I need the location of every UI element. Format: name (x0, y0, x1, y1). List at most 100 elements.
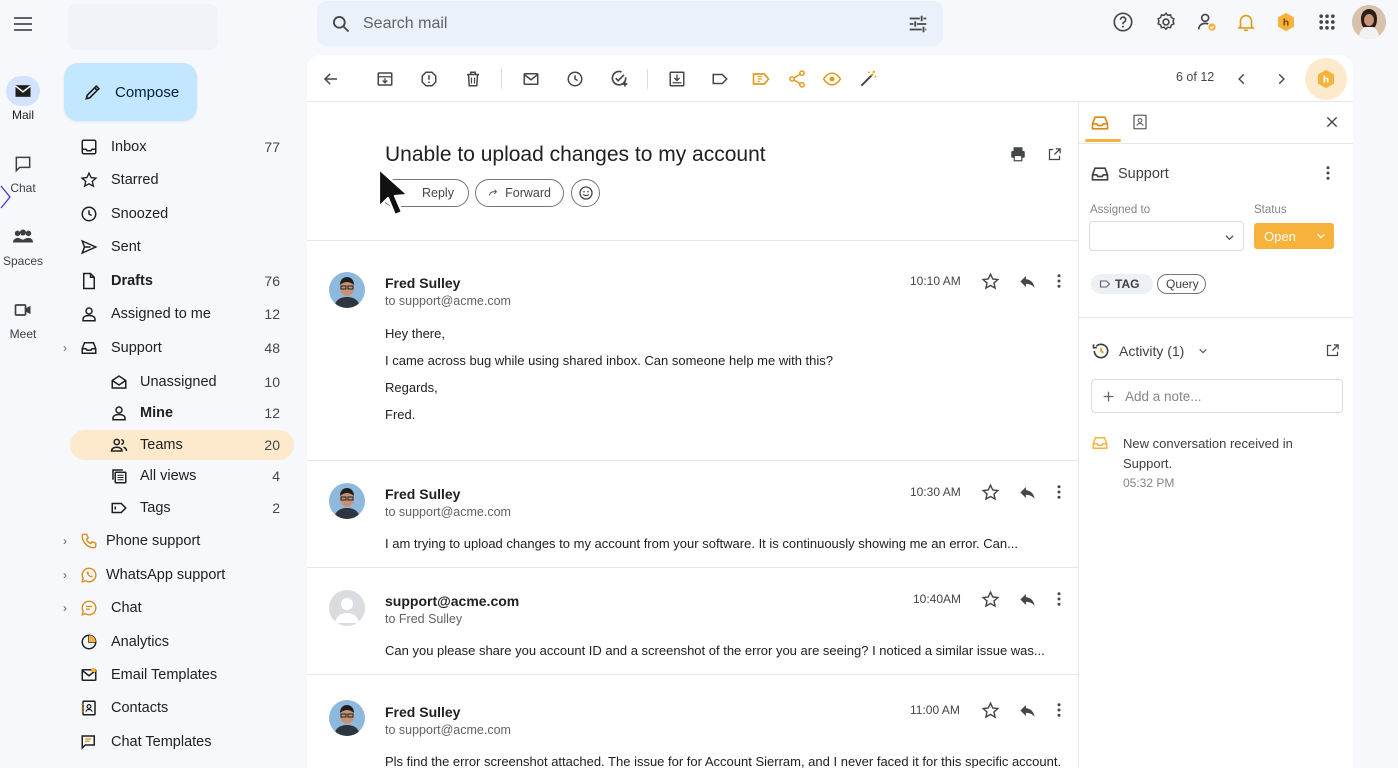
print-icon[interactable] (1007, 143, 1029, 165)
forward-button[interactable]: Forward (475, 179, 564, 207)
view-eye-icon[interactable] (821, 68, 843, 90)
nav-count: 4 (272, 468, 280, 484)
nav-item-assigned-to-me[interactable]: Assigned to me 12 (0, 298, 300, 330)
open-in-new-window-icon[interactable] (1325, 343, 1340, 358)
assignee-select[interactable] (1089, 221, 1244, 251)
help-icon[interactable] (1109, 8, 1137, 36)
add-note-input[interactable]: Add a note... (1091, 379, 1343, 413)
chevron-down-icon[interactable] (1198, 346, 1208, 356)
message-item[interactable]: Fred Sulley to support@acme.com 11:00 AM… (307, 675, 1078, 768)
share-icon[interactable] (786, 68, 808, 90)
archive-icon[interactable] (374, 68, 396, 90)
nav-item-sent[interactable]: Sent (0, 231, 300, 263)
reply-arrow-icon[interactable] (1016, 588, 1038, 610)
back-arrow-icon[interactable] (320, 68, 342, 90)
report-spam-icon[interactable] (418, 68, 440, 90)
expand-chevron-icon[interactable]: › (63, 568, 67, 582)
person-icon (79, 304, 99, 324)
rail-mail[interactable]: Mail (0, 76, 46, 122)
star-icon[interactable] (979, 588, 1001, 610)
expand-chevron-icon[interactable]: › (63, 341, 67, 355)
svg-text:h: h (1323, 75, 1330, 86)
search-input[interactable]: Search mail (363, 15, 907, 33)
account-avatar[interactable] (1352, 5, 1386, 39)
tag-assign-icon[interactable] (750, 68, 772, 90)
tag-chip[interactable]: TAG (1091, 274, 1153, 294)
nav-item-teams[interactable]: Teams 20 (0, 429, 300, 461)
panel-tab-inbox-icon[interactable] (1090, 113, 1110, 133)
more-options-icon[interactable] (1048, 588, 1070, 610)
pie-chart-icon (79, 632, 99, 652)
nav-count: 77 (264, 139, 280, 155)
whatsapp-icon (79, 565, 99, 585)
nav-item-chat[interactable]: › Chat (0, 592, 300, 624)
nav-item-drafts[interactable]: Drafts 76 (0, 265, 300, 297)
snooze-clock-icon[interactable] (564, 68, 586, 90)
panel-more-options-icon[interactable] (1319, 164, 1337, 182)
more-options-icon[interactable] (1048, 270, 1070, 292)
nav-item-support[interactable]: › Support 48 (0, 332, 300, 364)
close-panel-icon[interactable] (1325, 115, 1339, 129)
nav-item-analytics[interactable]: Analytics (0, 626, 300, 658)
main-menu-icon[interactable] (11, 12, 35, 36)
nav-item-all-views[interactable]: All views 4 (0, 460, 300, 492)
clock-icon (79, 204, 99, 224)
label-icon[interactable] (709, 68, 731, 90)
query-chip[interactable]: Query (1157, 274, 1206, 294)
message-body-line: Regards, (385, 380, 438, 395)
expand-chevron-icon[interactable]: › (63, 534, 67, 548)
nav-item-starred[interactable]: Starred (0, 164, 300, 196)
nav-item-whatsapp-support[interactable]: › WhatsApp support (0, 559, 300, 591)
add-task-icon[interactable] (608, 68, 630, 90)
nav-item-mine[interactable]: Mine 12 (0, 397, 300, 429)
message-time: 10:30 AM (910, 485, 961, 499)
previous-chevron-icon[interactable] (1231, 68, 1253, 90)
nav-item-unassigned[interactable]: Unassigned 10 (0, 366, 300, 398)
more-options-icon[interactable] (1048, 699, 1070, 721)
magic-wand-icon[interactable] (857, 68, 879, 90)
message-snippet: Can you please share you account ID and … (385, 643, 1045, 658)
reply-arrow-icon[interactable] (1016, 699, 1038, 721)
message-item[interactable]: Fred Sulley to support@acme.com 10:30 AM… (307, 461, 1078, 567)
notifications-bell-icon[interactable] (1232, 8, 1260, 36)
search-bar[interactable]: Search mail (317, 1, 943, 46)
nav-item-snoozed[interactable]: Snoozed (0, 198, 300, 230)
status-select[interactable]: Open (1254, 223, 1334, 249)
group-icon (109, 435, 129, 455)
more-options-icon[interactable] (1048, 481, 1070, 503)
compose-button[interactable]: Compose (64, 63, 197, 121)
brand-extension-badge[interactable]: h (1305, 58, 1347, 100)
emoji-reaction-button[interactable] (571, 179, 600, 207)
star-icon[interactable] (979, 481, 1001, 503)
brand-extension-icon[interactable]: h (1272, 8, 1300, 36)
nav-item-phone-support[interactable]: › Phone support (0, 525, 300, 557)
compose-label: Compose (115, 83, 180, 101)
sender-name: support@acme.com (385, 593, 520, 609)
apps-grid-icon[interactable] (1313, 8, 1341, 36)
message-item[interactable]: Fred Sulley to support@acme.com 10:10 AM… (307, 241, 1078, 460)
open-in-new-window-icon[interactable] (1043, 143, 1065, 165)
star-icon[interactable] (979, 270, 1001, 292)
reply-arrow-icon[interactable] (1016, 481, 1038, 503)
nav-label: Tags (140, 500, 171, 516)
expand-chevron-icon[interactable]: › (63, 601, 67, 615)
message-item[interactable]: support@acme.com to Fred Sulley 10:40AM … (307, 568, 1078, 674)
next-chevron-icon[interactable] (1270, 68, 1292, 90)
settings-gear-icon[interactable] (1152, 8, 1180, 36)
message-time: 11:00 AM (910, 703, 960, 717)
nav-item-tags[interactable]: Tags 2 (0, 492, 300, 524)
app-logo[interactable] (68, 4, 218, 50)
delete-trash-icon[interactable] (462, 68, 484, 90)
panel-tab-contact-icon[interactable] (1131, 113, 1149, 131)
search-options-icon[interactable] (907, 13, 929, 35)
user-status-icon[interactable] (1193, 8, 1221, 36)
nav-item-contacts[interactable]: Contacts (0, 692, 300, 724)
nav-item-email-templates[interactable]: Email Templates (0, 659, 300, 691)
activity-toggle[interactable]: Activity (1) (1119, 343, 1184, 359)
move-to-icon[interactable] (666, 68, 688, 90)
nav-item-chat-templates[interactable]: Chat Templates (0, 726, 300, 758)
mark-unread-icon[interactable] (520, 68, 542, 90)
star-icon[interactable] (979, 699, 1001, 721)
reply-arrow-icon[interactable] (1016, 270, 1038, 292)
nav-item-inbox[interactable]: Inbox 77 (0, 131, 300, 163)
